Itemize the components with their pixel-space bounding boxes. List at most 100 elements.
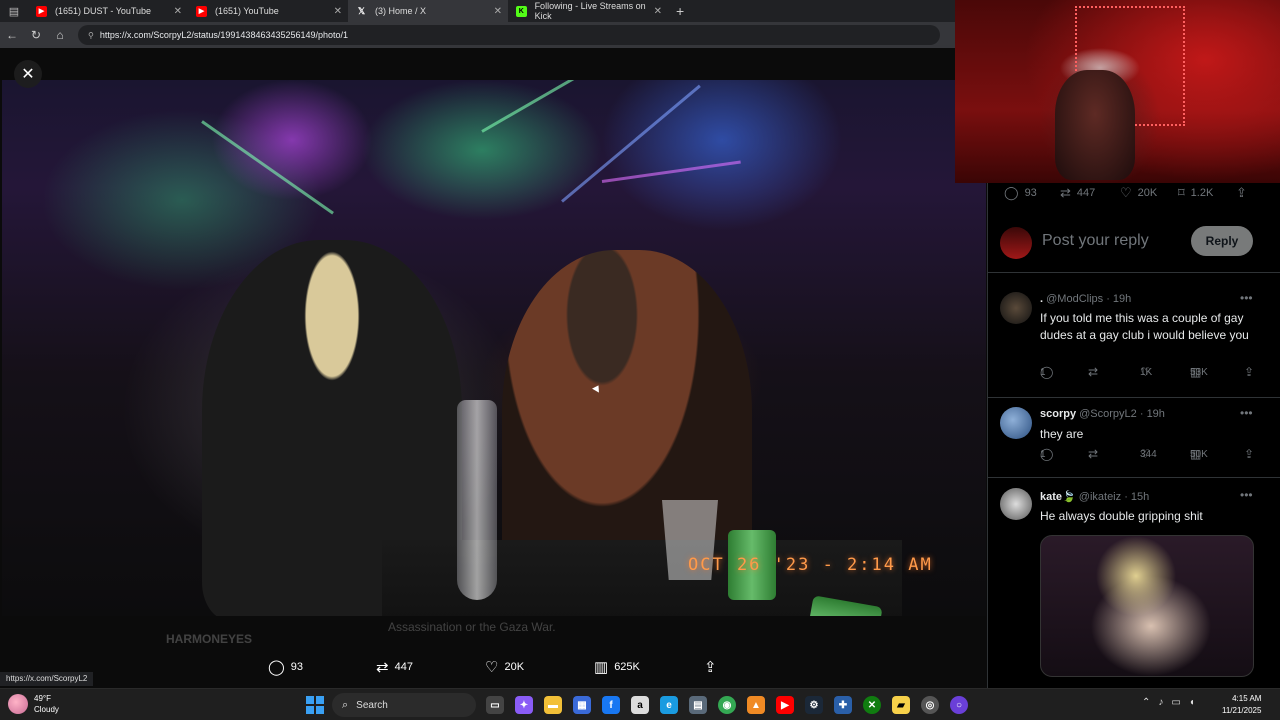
obs-icon[interactable]: ◎ (921, 696, 939, 714)
chevron-up-icon[interactable]: ⌃ (1142, 697, 1150, 708)
new-tab-button[interactable]: + (668, 3, 692, 19)
copilot-icon[interactable]: ✦ (515, 696, 533, 714)
more-icon[interactable]: ••• (1240, 488, 1253, 502)
amazon-icon[interactable]: a (631, 696, 649, 714)
edge-icon[interactable]: e (660, 696, 678, 714)
close-icon[interactable]: ✕ (14, 60, 42, 88)
reply-button[interactable]: ◯ 93 (268, 658, 303, 676)
repost-icon: ⇄ (1088, 365, 1099, 379)
avatar[interactable] (1000, 292, 1032, 324)
share-icon: ⇪ (704, 659, 717, 676)
reply-item[interactable]: scorpy @ScorpyL2 · 19h ••• they are ◯ 1 ⇄… (988, 398, 1280, 478)
windows-taskbar: 49°F Cloudy ⌕ Search ▭ ✦ ▬ ▦ f a e ▤ ◉ ▲… (0, 688, 1280, 720)
avatar[interactable] (1000, 407, 1032, 439)
steam-icon[interactable]: ⚙ (805, 696, 823, 714)
reply-header: . @ModClips · 19h (1040, 293, 1132, 305)
bookmark-icon: ⌑ (1178, 185, 1185, 200)
light-beam (481, 80, 587, 133)
avatar[interactable] (1000, 488, 1032, 520)
close-tab-icon[interactable]: ✕ (494, 6, 502, 17)
views-icon: ▥ (594, 659, 609, 676)
volume-icon[interactable]: ◖ (1189, 697, 1195, 708)
webcam-overlay (955, 0, 1280, 183)
site-info-icon[interactable]: ⚲ (88, 31, 94, 40)
system-tray: ⌃ ♪ ▭ ◖ (1142, 697, 1195, 708)
reply-input[interactable]: Post your reply (1042, 232, 1149, 250)
tab-actions-icon[interactable]: ▤ (0, 0, 28, 22)
reply-text: If you told me this was a couple of gay … (1040, 311, 1249, 342)
light-beam (561, 84, 701, 203)
streamer-face (1055, 70, 1135, 180)
youtube-icon[interactable]: ▶ (776, 696, 794, 714)
facebook-icon[interactable]: f (602, 696, 620, 714)
taskbar-clock[interactable]: 4:15 AM 11/21/2025 (1222, 693, 1261, 717)
weather-widget[interactable]: 49°F Cloudy (8, 693, 59, 715)
x-logo-icon: 𝕏 (357, 5, 366, 16)
tab-x-home[interactable]: 𝕏 (3) Home / X ✕ (348, 0, 508, 22)
avatar (1000, 227, 1032, 259)
windows-start-icon[interactable] (306, 696, 324, 714)
refresh-icon[interactable]: ↻ (24, 28, 48, 42)
youtube-icon: ▶ (36, 5, 47, 17)
close-tab-icon[interactable]: ✕ (654, 6, 662, 17)
calculator-icon[interactable]: ▤ (689, 696, 707, 714)
reply-composer: Post your reply Reply (988, 213, 1280, 273)
app-icon[interactable]: ▲ (747, 696, 765, 714)
repost-icon: ⇄ (1060, 185, 1071, 200)
reply-actions: ◯ 1 ⇄ ♡ 344 ▥ 50K ⇪ (1040, 447, 1255, 461)
url-input[interactable]: ⚲ https://x.com/ScorpyL2/status/19914384… (78, 25, 940, 45)
repost-icon: ⇄ (376, 659, 389, 676)
glass-pipe (457, 400, 497, 600)
task-view-icon[interactable]: ▭ (486, 696, 504, 714)
store-icon[interactable]: ▦ (573, 696, 591, 714)
reply-submit-button[interactable]: Reply (1191, 226, 1253, 256)
reply-item[interactable]: . @ModClips · 19h ••• If you told me thi… (988, 283, 1280, 398)
bookmarks-stat[interactable]: ⌑ 1.2K (1178, 185, 1213, 201)
status-bar-url: https://x.com/ScorpyL2 (0, 672, 94, 686)
reply-image[interactable] (1040, 535, 1254, 677)
reply-header: scorpy @ScorpyL2 · 19h (1040, 408, 1165, 420)
chrome-icon[interactable]: ◉ (718, 696, 736, 714)
app-icon[interactable]: ✚ (834, 696, 852, 714)
photo-actions: ◯ 93 ⇄ 447 ♡ 20K ▥ 625K ⇪ (0, 648, 987, 684)
address-bar: ← ↻ ⌂ ⚲ https://x.com/ScorpyL2/status/19… (0, 22, 955, 48)
search-icon: ⌕ (342, 698, 349, 711)
views-button[interactable]: ▥ 625K (594, 658, 640, 676)
network-icon[interactable]: ▭ (1171, 697, 1180, 708)
heart-icon: ♡ (1120, 185, 1132, 200)
tab-youtube-dust[interactable]: ▶ (1651) DUST - YouTube ✕ (28, 0, 188, 22)
xbox-icon[interactable]: ✕ (863, 696, 881, 714)
tab-kick[interactable]: K Following - Live Streams on Kick ✕ (508, 0, 668, 22)
light-beam (201, 120, 334, 215)
weather-icon (8, 694, 28, 714)
reply-item[interactable]: kate🍃 @ikateiz · 15h ••• He always doubl… (988, 478, 1280, 688)
tab-youtube[interactable]: ▶ (1651) YouTube ✕ (188, 0, 348, 22)
close-tab-icon[interactable]: ✕ (174, 6, 182, 17)
tab-bar: ▤ ▶ (1651) DUST - YouTube ✕ ▶ (1651) You… (0, 0, 955, 22)
home-icon[interactable]: ⌂ (48, 28, 72, 42)
likes-stat[interactable]: ♡ 20K (1120, 185, 1157, 201)
like-button[interactable]: ♡ 20K (485, 658, 524, 676)
replies-stat[interactable]: ◯ 93 (1004, 185, 1037, 201)
file-explorer-icon[interactable]: ▬ (544, 696, 562, 714)
share-icon: ⇪ (1236, 185, 1247, 200)
repost-icon: ⇄ (1088, 447, 1099, 461)
repost-button[interactable]: ⇄ 447 (376, 658, 413, 676)
reply-header: kate🍃 @ikateiz · 15h (1040, 491, 1150, 503)
tweet-photo[interactable]: OCT 26 '23 - 2:14 AM (2, 80, 986, 616)
back-icon[interactable]: ← (0, 28, 24, 42)
share-button[interactable]: ⇪ (704, 658, 723, 676)
microphone-icon[interactable]: ♪ (1158, 697, 1163, 708)
more-icon[interactable]: ••• (1240, 291, 1253, 305)
sticky-notes-icon[interactable]: ▰ (892, 696, 910, 714)
photo-timestamp: OCT 26 '23 - 2:14 AM (688, 555, 933, 575)
kick-icon: K (516, 5, 527, 17)
reposts-stat[interactable]: ⇄ 447 (1060, 185, 1095, 201)
share-button[interactable]: ⇪ (1236, 185, 1253, 201)
app-icon[interactable]: ○ (950, 696, 968, 714)
taskbar-search[interactable]: ⌕ Search (332, 693, 476, 717)
close-tab-icon[interactable]: ✕ (334, 6, 342, 17)
more-icon[interactable]: ••• (1240, 406, 1253, 420)
photo-viewer: HARMONEYES Assassination or the Gaza War… (0, 48, 987, 688)
reply-icon: ◯ (1004, 185, 1019, 200)
